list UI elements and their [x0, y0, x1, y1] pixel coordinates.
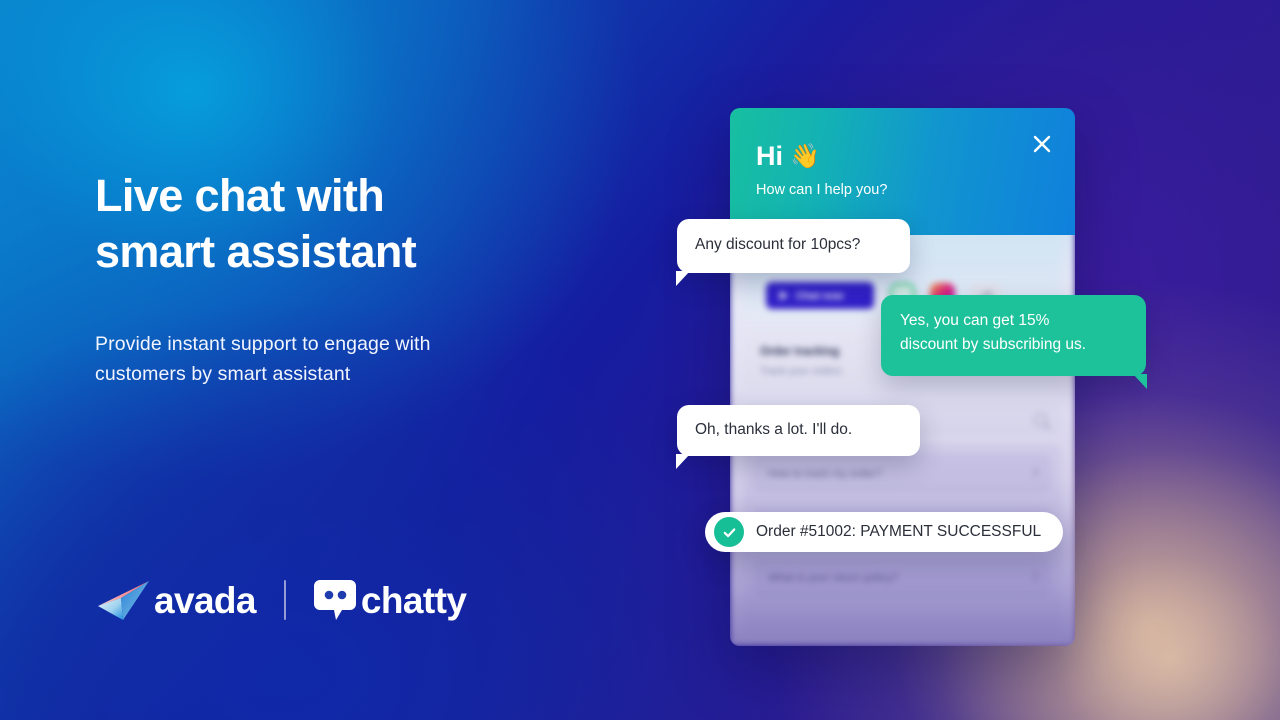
widget-greeting-text: Hi: [756, 141, 783, 171]
chatty-logo: chatty: [312, 578, 467, 622]
check-circle-icon: [714, 517, 744, 547]
hero-banner: Live chat with smart assistant Provide i…: [0, 0, 1280, 720]
faq-label: What is your return policy?: [768, 572, 899, 584]
send-icon: [778, 290, 789, 301]
chat-widget-header: Hi 👋 How can I help you?: [730, 108, 1075, 235]
chat-bubble-text: Oh, thanks a lot. I'll do.: [695, 421, 853, 438]
chat-bubble-customer-2: Oh, thanks a lot. I'll do.: [676, 405, 920, 469]
widget-greeting: Hi 👋: [756, 140, 820, 172]
chat-bubble-icon: [313, 580, 356, 620]
wave-emoji-icon: 👋: [790, 143, 820, 170]
chat-bubble-text: Yes, you can get 15% discount by subscri…: [900, 312, 1087, 353]
order-tracking-subtitle: Track your orders: [760, 365, 842, 377]
widget-greeting-subtitle: How can I help you?: [756, 182, 888, 198]
faq-label: How to track my order?: [768, 468, 882, 480]
chevron-right-icon: [1028, 467, 1039, 478]
avada-wordmark: avada: [154, 579, 257, 621]
chat-now-button[interactable]: Chat now: [766, 282, 874, 309]
status-badge: Order #51002: PAYMENT SUCCESSFUL: [705, 512, 1064, 552]
logo-divider: [283, 580, 286, 620]
list-item[interactable]: How to track my order?: [754, 454, 1051, 494]
chat-bubble-customer-1: Any discount for 10pcs?: [676, 219, 910, 286]
chat-widget: Channels Chat now +3 Order tracking Trac…: [730, 108, 1075, 646]
bubble-tail: [1133, 374, 1147, 389]
close-icon[interactable]: [1031, 133, 1053, 155]
brand-logos: avada chatty: [97, 572, 467, 628]
chat-bubble-text: Any discount for 10pcs?: [695, 236, 861, 253]
list-item[interactable]: What is your return policy?: [754, 558, 1051, 598]
paper-plane-icon: [98, 581, 149, 620]
hero-copy: Live chat with smart assistant Provide i…: [95, 168, 615, 389]
status-badge-text: Order #51002: PAYMENT SUCCESSFUL: [756, 523, 1042, 540]
bubble-tail: [676, 271, 690, 286]
chat-bubble-agent-1: Yes, you can get 15% discount by subscri…: [881, 295, 1147, 389]
chevron-right-icon: [1028, 571, 1039, 582]
bubble-tail: [676, 454, 690, 469]
page-subtitle: Provide instant support to engage with c…: [95, 333, 431, 385]
chatty-wordmark: chatty: [360, 579, 467, 621]
search-icon: [1034, 413, 1047, 426]
page-title: Live chat with smart assistant: [95, 170, 417, 277]
chat-now-label: Chat now: [796, 289, 844, 302]
order-tracking-title: Order tracking: [760, 346, 840, 358]
avada-logo: avada: [97, 579, 257, 621]
